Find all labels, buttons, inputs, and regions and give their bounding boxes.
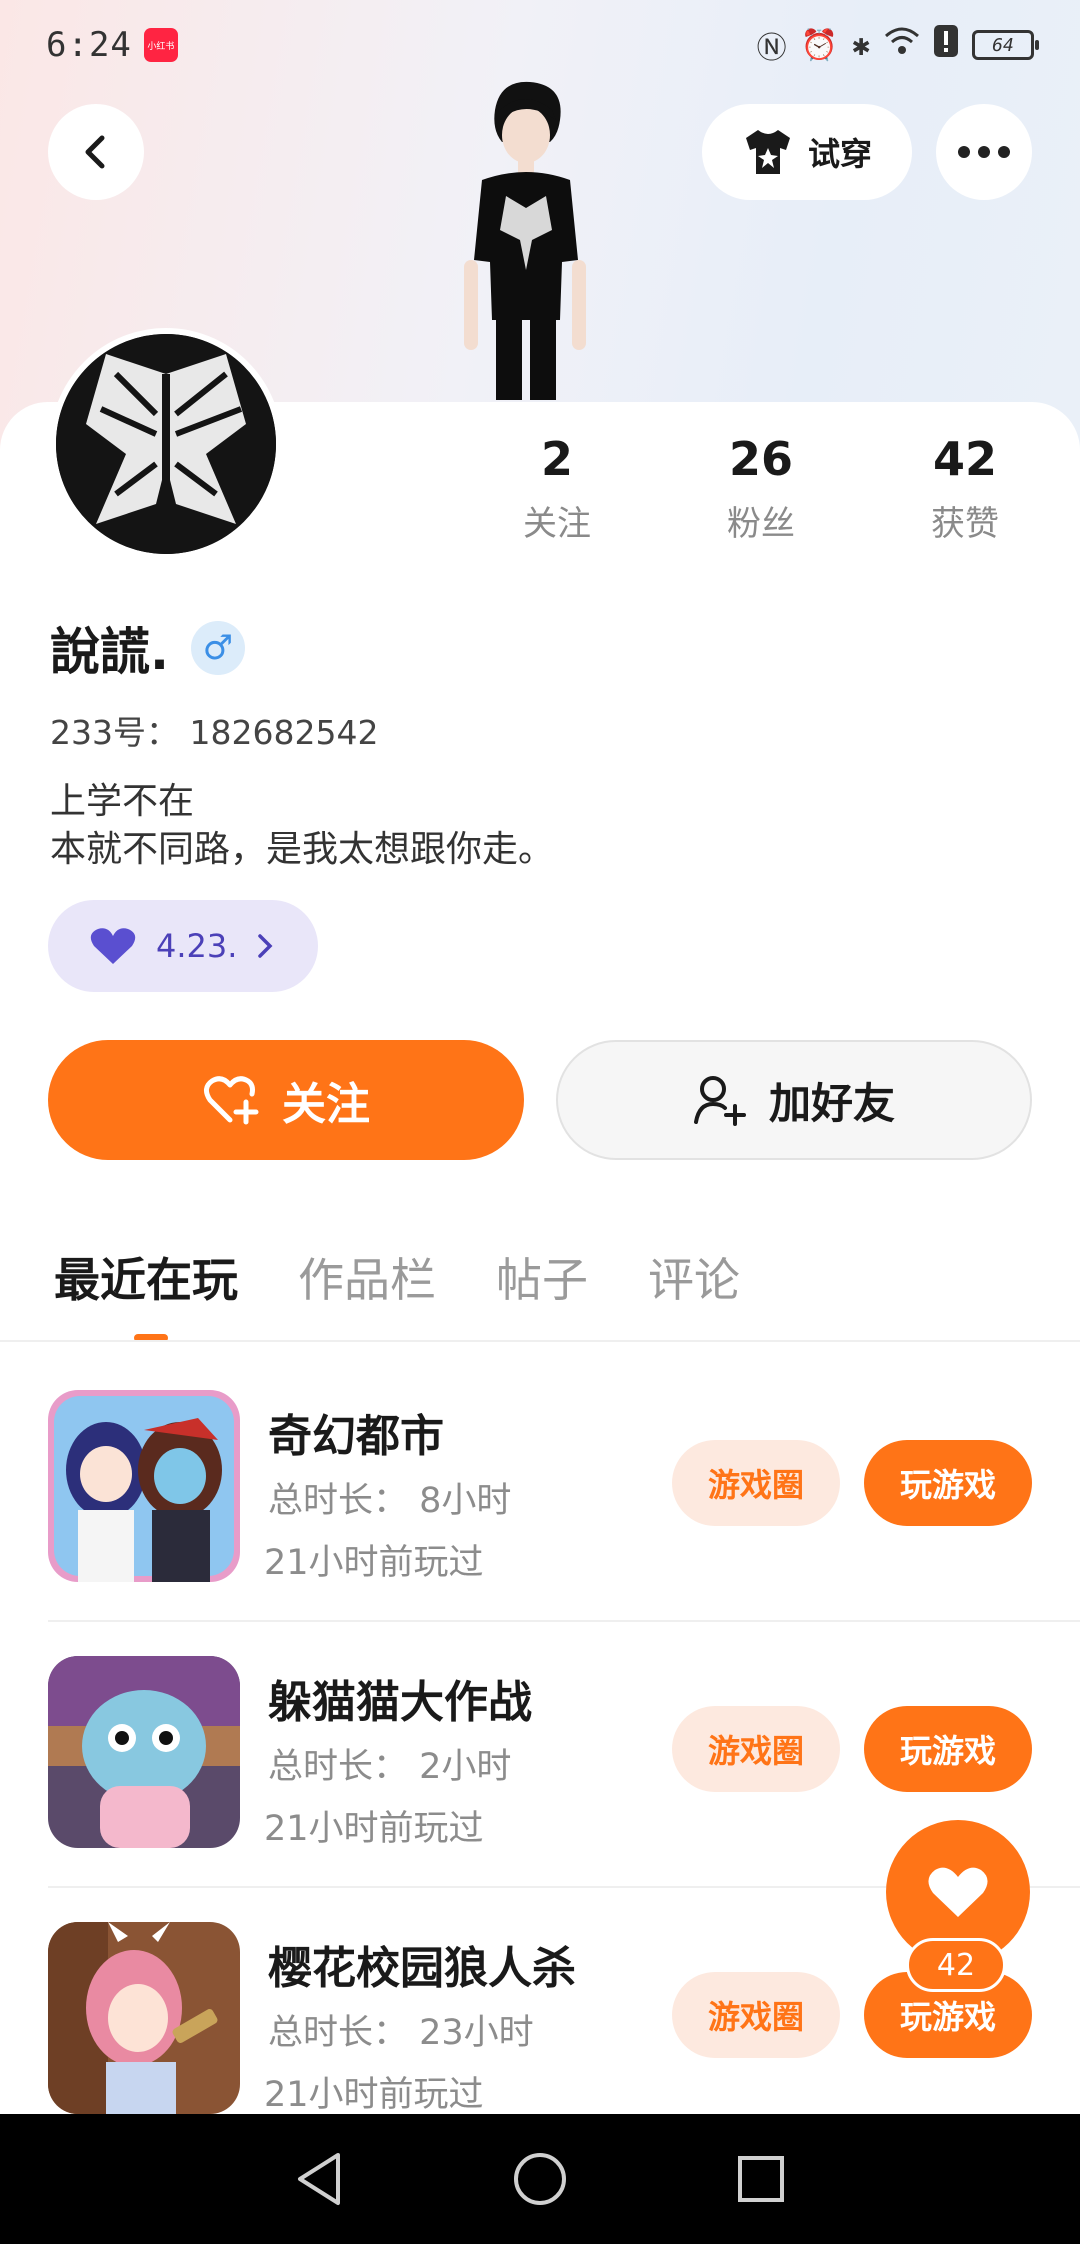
game-circle-button[interactable]: 游戏圈 xyxy=(672,1972,840,2058)
stat-likes[interactable]: 42 获赞 xyxy=(880,432,1050,545)
tab-recently-played[interactable]: 最近在玩 xyxy=(54,1244,238,1310)
chevron-right-icon xyxy=(258,934,273,958)
nav-back-icon[interactable] xyxy=(294,2151,344,2207)
game-duration: 总时长： 2小时 xyxy=(268,1747,512,1787)
play-game-button[interactable]: 玩游戏 xyxy=(864,1440,1032,1526)
heart-icon xyxy=(90,928,136,964)
battery-icon: 64 xyxy=(972,30,1039,60)
game-duration: 总时长： 23小时 xyxy=(268,2013,534,2053)
status-bar: 6:24 小红书 Ⓝ ⏰ ✱ 64 xyxy=(0,0,1080,90)
add-friend-label: 加好友 xyxy=(768,1078,895,1128)
game-last-played: 21小时前玩过 xyxy=(264,1543,484,1583)
add-user-icon xyxy=(693,1076,746,1126)
try-on-label: 试穿 xyxy=(807,135,872,173)
game-icon[interactable] xyxy=(48,1390,240,1582)
relationship-tag[interactable]: 4.23. xyxy=(48,900,318,992)
avatar[interactable] xyxy=(50,328,282,560)
heart-icon xyxy=(928,1867,988,1917)
back-button[interactable] xyxy=(48,104,144,200)
followers-count: 26 xyxy=(728,432,793,486)
stat-followers[interactable]: 26 粉丝 xyxy=(676,432,846,545)
game-icon[interactable] xyxy=(48,1656,240,1848)
follow-button[interactable]: 关注 xyxy=(48,1040,524,1160)
tab-works[interactable]: 作品栏 xyxy=(298,1244,436,1310)
profile-tabs: 最近在玩 作品栏 帖子 评论 xyxy=(54,1244,740,1310)
chevron-left-icon xyxy=(85,135,105,169)
male-gender-icon: ♂ xyxy=(191,621,245,675)
likes-count: 42 xyxy=(932,432,997,486)
bluetooth-icon: ✱ xyxy=(851,27,870,63)
like-count-badge: 42 xyxy=(906,1938,1006,1992)
game-icon[interactable] xyxy=(48,1922,240,2114)
game-last-played: 21小时前玩过 xyxy=(264,2075,484,2115)
followers-label: 粉丝 xyxy=(727,504,795,544)
tab-posts[interactable]: 帖子 xyxy=(496,1244,588,1310)
more-options-button[interactable] xyxy=(936,104,1032,200)
butterfly-avatar-image xyxy=(56,334,276,554)
status-time: 6:24 xyxy=(46,25,132,65)
nav-home-icon[interactable] xyxy=(512,2151,568,2207)
stat-following[interactable]: 2 关注 xyxy=(472,432,642,545)
nickname: 說謊. ♂ xyxy=(50,612,245,684)
tag-label: 4.23. xyxy=(156,927,238,965)
following-label: 关注 xyxy=(523,504,591,544)
nfc-icon: Ⓝ xyxy=(756,31,787,66)
play-game-button[interactable]: 玩游戏 xyxy=(864,1706,1032,1792)
battery-level: 64 xyxy=(992,34,1014,56)
app-notification-icon: 小红书 xyxy=(143,28,178,62)
bio: 上学不在 本就不同路，是我太想跟你走。 xyxy=(50,778,554,874)
wifi-icon xyxy=(884,26,920,64)
tshirt-icon xyxy=(745,130,790,174)
avatar-3d-figure[interactable] xyxy=(440,80,610,400)
nav-recents-icon[interactable] xyxy=(736,2154,786,2204)
alarm-icon: ⏰ xyxy=(800,27,838,63)
follow-label: 关注 xyxy=(282,1079,370,1130)
game-title: 樱花校园狼人杀 xyxy=(268,1943,576,1994)
add-friend-button[interactable]: 加好友 xyxy=(556,1040,1032,1160)
nickname-text: 說謊. xyxy=(50,623,169,681)
following-count: 2 xyxy=(540,432,573,486)
game-row[interactable]: 奇幻都市 总时长： 8小时 21小时前玩过 游戏圈 玩游戏 xyxy=(0,1390,1080,1656)
likes-label: 获赞 xyxy=(931,504,999,544)
tab-comments[interactable]: 评论 xyxy=(648,1244,740,1310)
game-last-played: 21小时前玩过 xyxy=(264,1809,484,1849)
tabs-divider xyxy=(0,1340,1080,1342)
game-title: 躲猫猫大作战 xyxy=(268,1677,532,1728)
user-id[interactable]: 233号： 182682542 xyxy=(50,706,378,754)
game-title: 奇幻都市 xyxy=(268,1411,444,1462)
row-divider xyxy=(48,1620,1080,1622)
more-dots-icon xyxy=(958,146,1010,158)
system-nav-bar xyxy=(0,2114,1080,2244)
try-on-button[interactable]: 试穿 xyxy=(702,104,912,200)
bio-line-1: 上学不在 xyxy=(50,781,195,822)
bio-line-2: 本就不同路，是我太想跟你走。 xyxy=(50,829,555,870)
alert-icon xyxy=(934,25,958,65)
heart-plus-icon xyxy=(204,1076,259,1125)
game-circle-button[interactable]: 游戏圈 xyxy=(672,1440,840,1526)
game-duration: 总时长： 8小时 xyxy=(268,1481,512,1521)
game-circle-button[interactable]: 游戏圈 xyxy=(672,1706,840,1792)
